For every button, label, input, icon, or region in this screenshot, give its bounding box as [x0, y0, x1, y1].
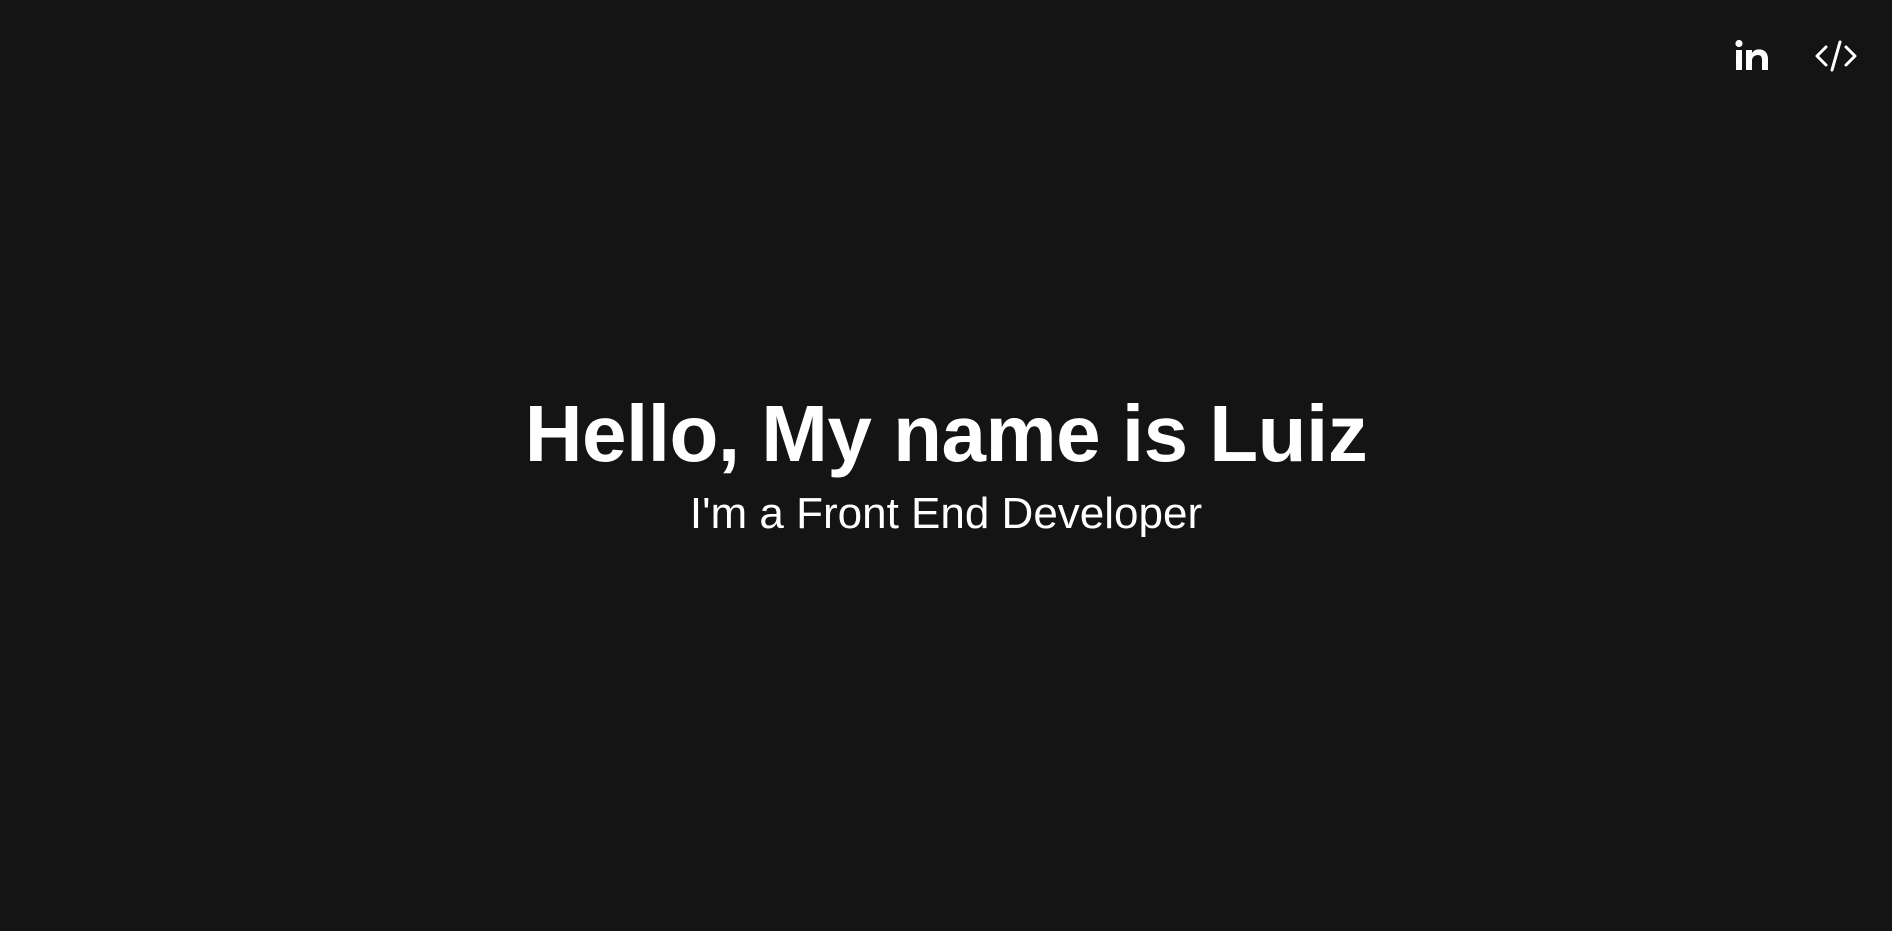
hero-subtitle: I'm a Front End Developer [689, 489, 1203, 539]
hero-title: Hello, My name is Luiz [524, 389, 1368, 479]
hero-section: Hello, My name is Luiz I'm a Front End D… [0, 0, 1892, 931]
